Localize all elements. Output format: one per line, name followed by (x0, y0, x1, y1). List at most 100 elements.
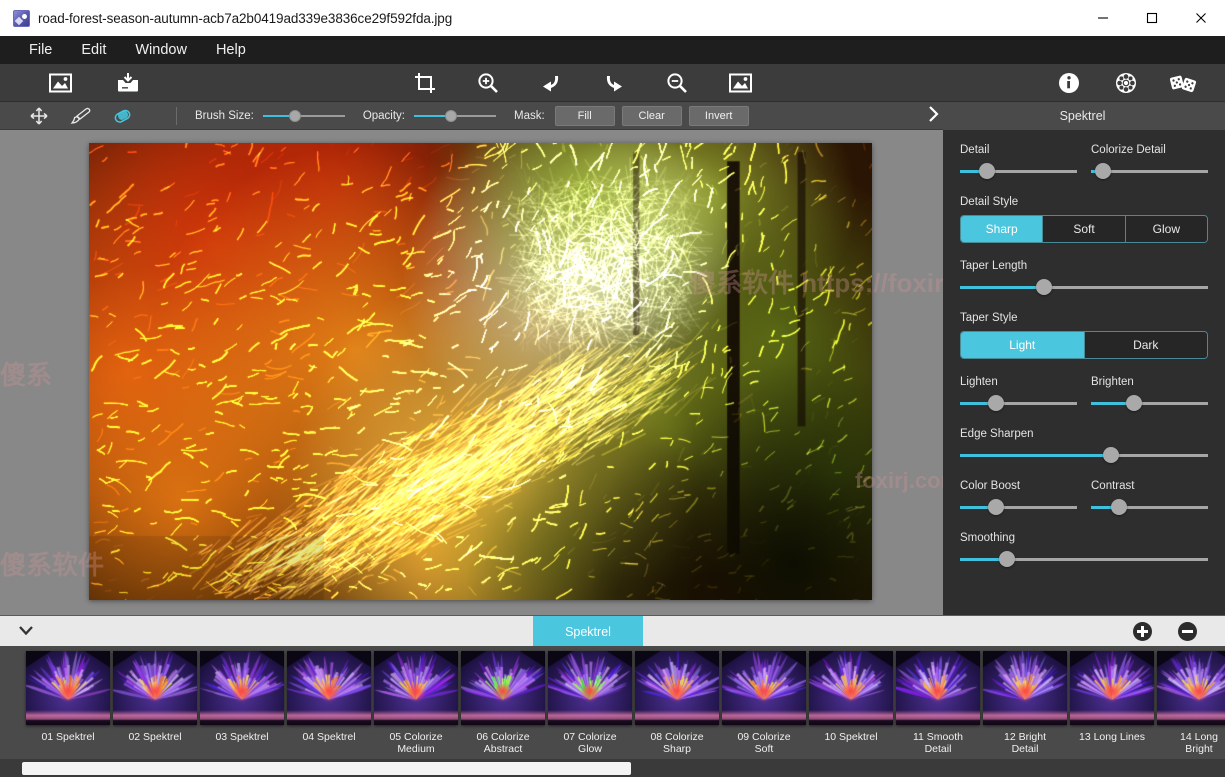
preset-thumbnail-label: 13 Long Lines (1079, 731, 1145, 743)
preset-thumbnail-image (1070, 651, 1154, 725)
image-canvas[interactable]: 傻系软件 https://foxirj.com傻系软件 https://foxi… (0, 130, 943, 615)
toolbar-divider (176, 106, 177, 125)
lighten-slider[interactable] (960, 395, 1077, 411)
colorize-detail-knob[interactable] (1094, 163, 1111, 179)
opacity-knob[interactable] (445, 109, 458, 122)
preset-filmstrip[interactable]: 01 Spektrel 02 Spektrel 03 Spektrel 04 Spek… (0, 646, 1225, 777)
preset-thumbnail[interactable]: 04 Spektrel (287, 651, 371, 743)
detail-style-label: Detail Style (960, 196, 1019, 208)
control-smoothing: Smoothing (960, 532, 1208, 567)
mask-button-group: Fill Clear Invert (554, 105, 749, 126)
minimize-button[interactable] (1078, 0, 1127, 36)
menu-window[interactable]: Window (122, 38, 200, 62)
detail-knob[interactable] (978, 163, 995, 179)
taper-length-label: Taper Length (960, 260, 1028, 272)
colorize-detail-label: Colorize Detail (1091, 144, 1166, 156)
menu-bar: File Edit Window Help (0, 36, 1225, 64)
taper-style-option-light[interactable]: Light (961, 332, 1085, 358)
filmstrip-scrollbar[interactable] (0, 759, 1225, 777)
preset-thumbnail[interactable]: 02 Spektrel (113, 651, 197, 743)
control-edge-sharpen: Edge Sharpen (960, 428, 1208, 463)
application-window: road-forest-season-autumn-acb7a2b0419ad3… (0, 0, 1225, 777)
preset-thumbnail-image (200, 651, 284, 725)
undo-icon[interactable] (531, 67, 571, 99)
fit-image-icon[interactable] (720, 67, 760, 99)
preset-thumbnail[interactable]: 06 Colorize Abstract (461, 651, 545, 755)
smoothing-knob[interactable] (999, 551, 1016, 567)
preset-thumbnail[interactable]: 05 Colorize Medium (374, 651, 458, 755)
dice-icon[interactable] (1163, 67, 1203, 99)
control-detail-style: Detail Style Sharp Soft Glow (960, 196, 1208, 243)
detail-style-option-soft[interactable]: Soft (1043, 216, 1126, 242)
taper-style-option-dark[interactable]: Dark (1084, 332, 1207, 358)
contrast-slider[interactable] (1091, 499, 1208, 515)
colorize-detail-slider[interactable] (1091, 163, 1208, 179)
preset-thumbnail[interactable]: 10 Spektrel (809, 651, 893, 743)
mask-clear-button[interactable]: Clear (621, 105, 682, 126)
brush-size-label: Brush Size: (195, 109, 254, 122)
contrast-knob[interactable] (1111, 499, 1128, 515)
contrast-label: Contrast (1091, 480, 1135, 492)
eraser-tool-icon[interactable] (112, 105, 134, 127)
preset-thumbnail[interactable]: 13 Long Lines (1070, 651, 1154, 743)
chevron-down-icon[interactable] (0, 624, 52, 639)
preset-thumbnail[interactable]: 11 Smooth Detail (896, 651, 980, 755)
preset-thumbnail-label: 01 Spektrel (41, 731, 95, 743)
brush-size-slider[interactable] (262, 108, 345, 124)
chevron-right-icon[interactable] (927, 105, 940, 128)
lighten-knob[interactable] (988, 395, 1005, 411)
detail-style-option-glow[interactable]: Glow (1125, 216, 1207, 242)
open-image-icon[interactable] (40, 67, 80, 99)
taper-length-knob[interactable] (1036, 279, 1053, 295)
preset-thumbnail[interactable]: 07 Colorize Glow (548, 651, 632, 755)
detail-label: Detail (960, 144, 990, 156)
preset-thumbnail[interactable]: 12 Bright Detail (983, 651, 1067, 755)
window-controls (1078, 0, 1225, 36)
mask-fill-button[interactable]: Fill (554, 105, 615, 126)
maximize-button[interactable] (1127, 0, 1176, 36)
tab-spektrel[interactable]: Spektrel (533, 616, 643, 647)
edge-sharpen-knob[interactable] (1103, 447, 1120, 463)
brighten-slider[interactable] (1091, 395, 1208, 411)
color-boost-slider[interactable] (960, 499, 1077, 515)
menu-help[interactable]: Help (203, 38, 259, 62)
preset-thumbnail-label: 08 Colorize Sharp (650, 731, 704, 755)
crop-icon[interactable] (405, 67, 445, 99)
preset-thumbnail[interactable]: 09 Colorize Soft (722, 651, 806, 755)
smoothing-slider[interactable] (960, 551, 1208, 567)
remove-preset-button[interactable] (1178, 621, 1197, 641)
preset-thumbnail-image (1157, 651, 1225, 725)
pan-tool-icon[interactable] (28, 105, 50, 127)
add-preset-button[interactable] (1133, 621, 1152, 641)
save-image-icon[interactable] (108, 67, 148, 99)
taper-length-slider[interactable] (960, 279, 1208, 295)
row-colorboost-contrast: Color Boost Contrast (960, 480, 1208, 532)
preset-thumbnail-image (26, 651, 110, 725)
color-boost-knob[interactable] (988, 499, 1005, 515)
brush-tool-icon[interactable] (70, 105, 92, 127)
info-icon[interactable] (1049, 67, 1089, 99)
edited-photo[interactable] (89, 143, 872, 600)
menu-file[interactable]: File (16, 38, 65, 62)
detail-style-option-sharp[interactable]: Sharp (961, 216, 1044, 242)
preset-thumbnail-label: 05 Colorize Medium (389, 731, 443, 755)
preset-thumbnail[interactable]: 08 Colorize Sharp (635, 651, 719, 755)
zoom-in-icon[interactable] (468, 67, 508, 99)
preset-thumbnail[interactable]: 03 Spektrel (200, 651, 284, 743)
edge-sharpen-slider[interactable] (960, 447, 1208, 463)
opacity-slider[interactable] (414, 108, 496, 124)
mask-invert-button[interactable]: Invert (688, 105, 749, 126)
brighten-knob[interactable] (1126, 395, 1143, 411)
preset-thumbnail[interactable]: 01 Spektrel (26, 651, 110, 743)
zoom-out-icon[interactable] (657, 67, 697, 99)
detail-slider[interactable] (960, 163, 1077, 179)
filmstrip-scrollbar-thumb[interactable] (22, 761, 631, 775)
opacity-label: Opacity: (362, 109, 405, 122)
brush-size-knob[interactable] (289, 109, 302, 122)
settings-gear-icon[interactable] (1106, 67, 1146, 99)
menu-edit[interactable]: Edit (68, 38, 119, 62)
preset-thumbnail-image (287, 651, 371, 725)
close-button[interactable] (1176, 0, 1225, 36)
redo-icon[interactable] (594, 67, 634, 99)
preset-thumbnail[interactable]: 14 Long Bright (1157, 651, 1225, 755)
